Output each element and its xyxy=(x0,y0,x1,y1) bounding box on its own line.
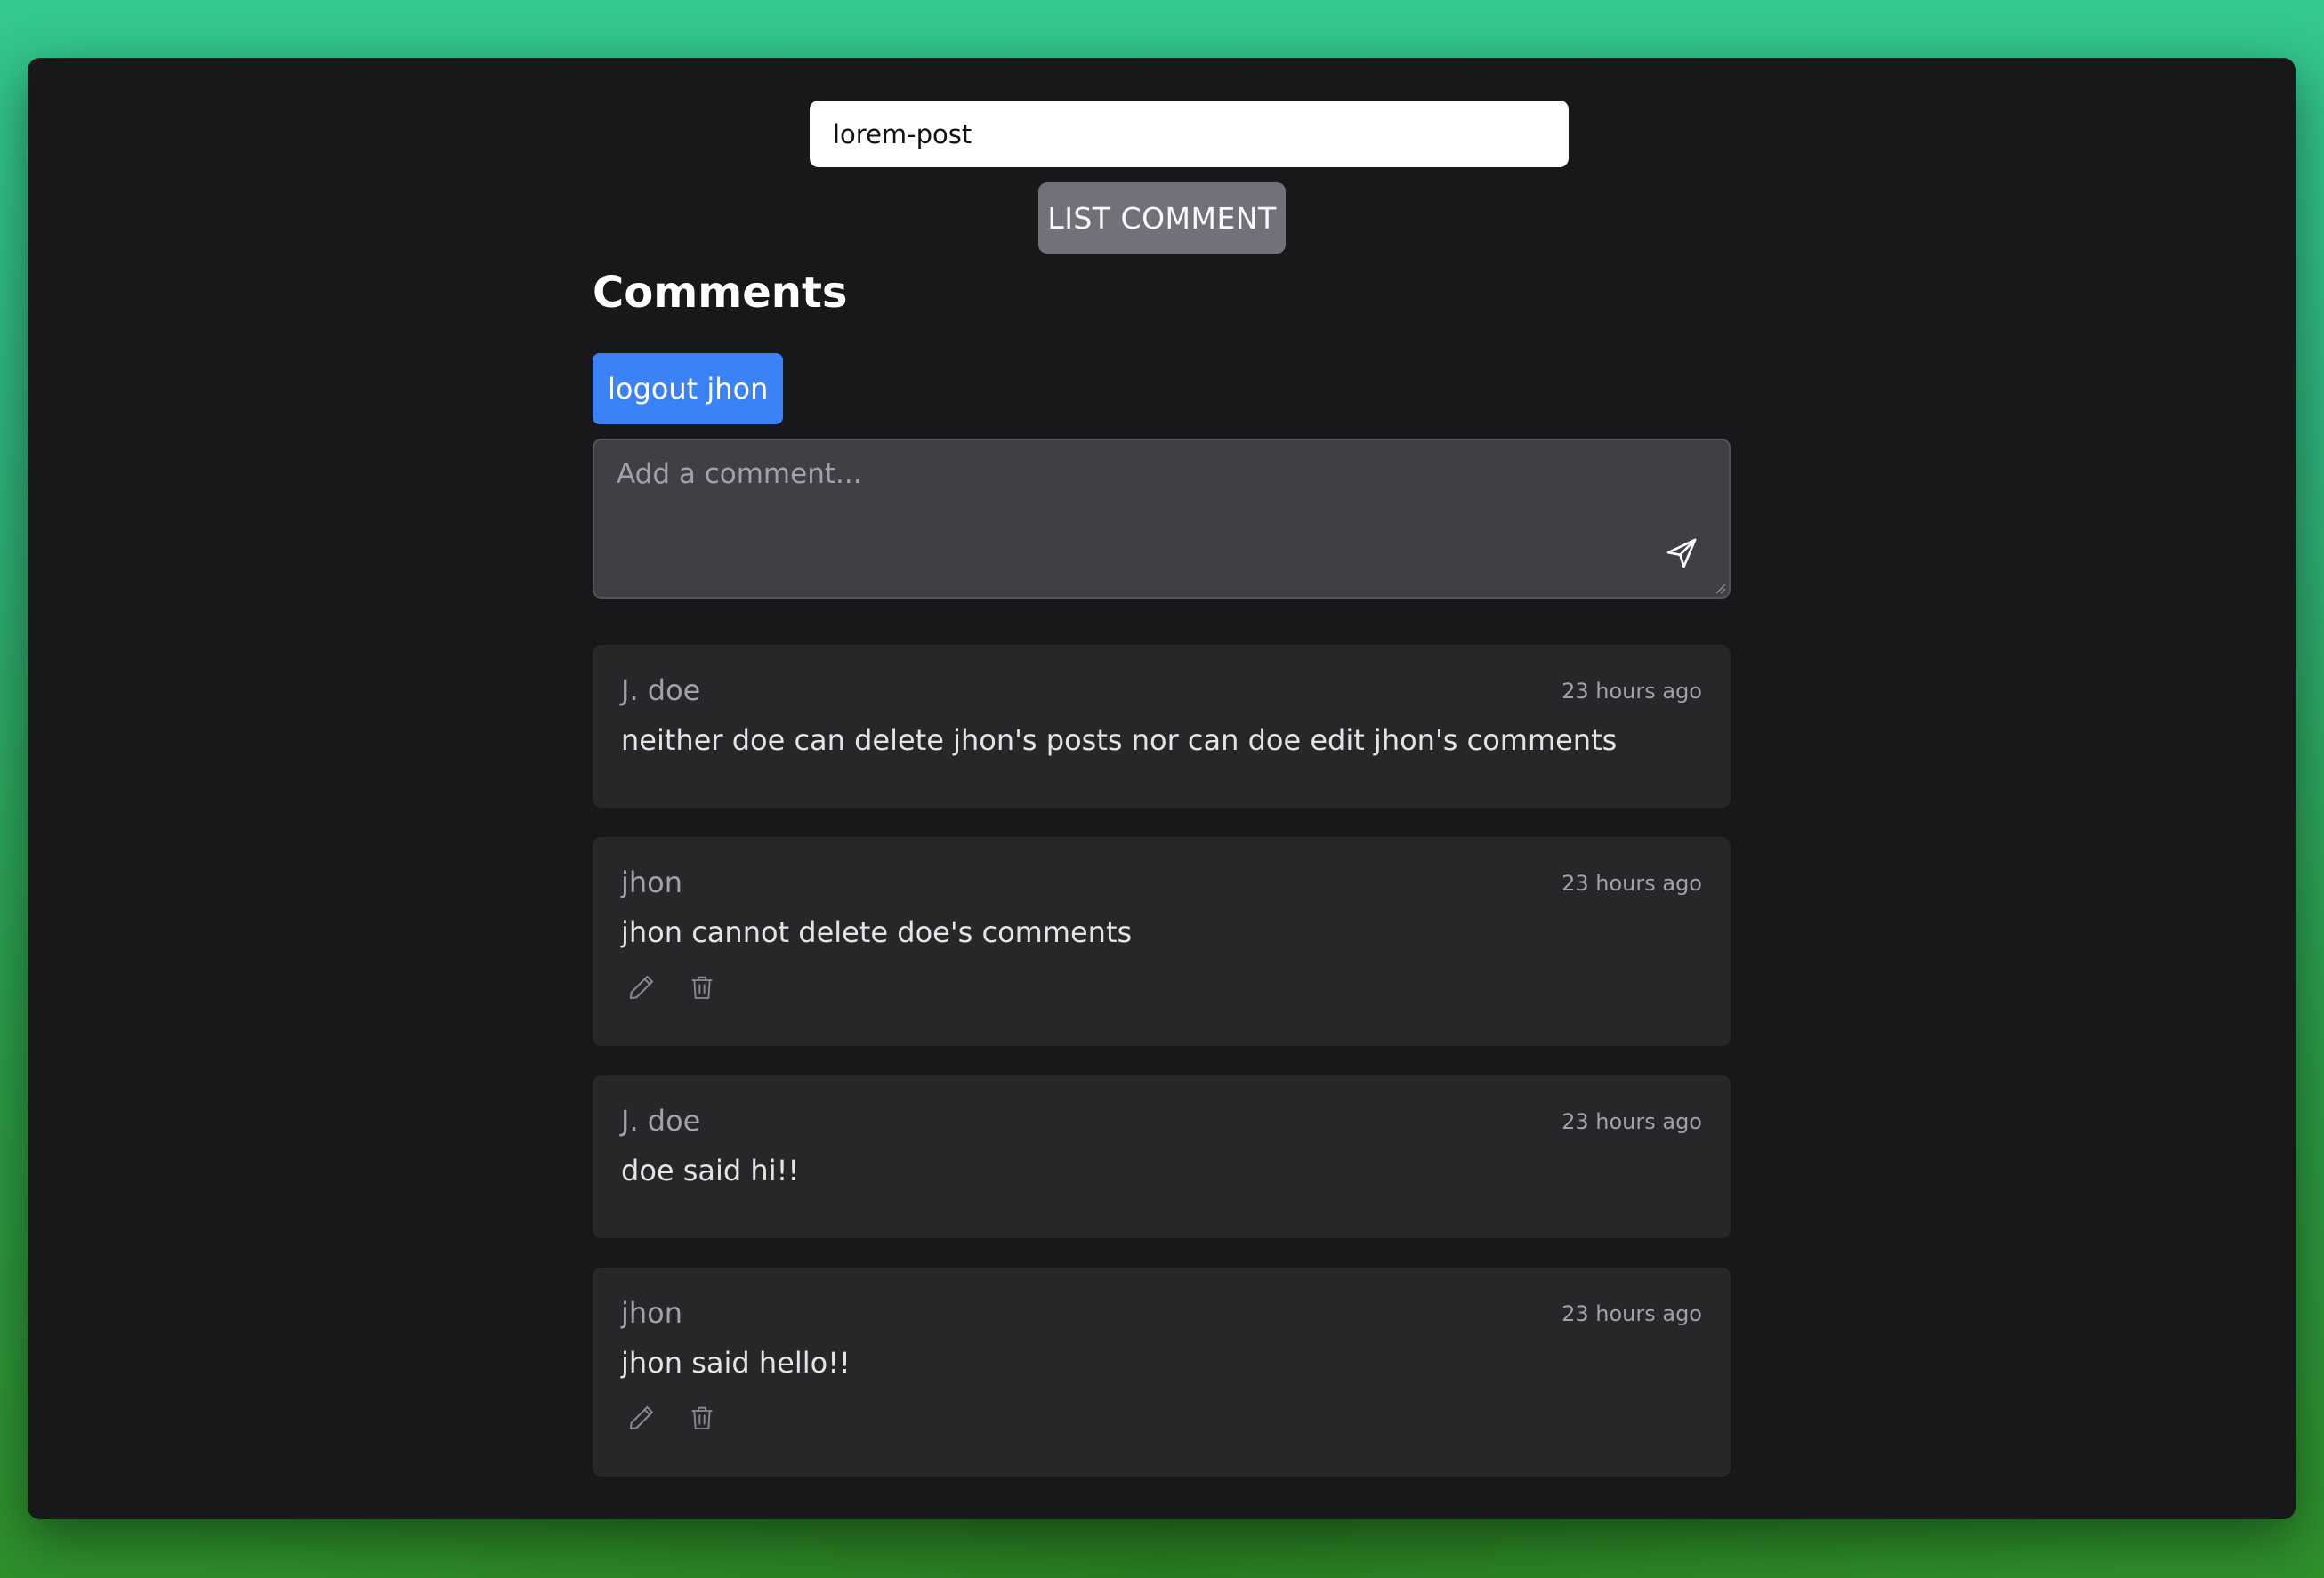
comment-card: J. doe 23 hours ago neither doe can dele… xyxy=(593,645,1731,808)
delete-comment-button[interactable] xyxy=(685,1401,719,1435)
comment-author: J. doe xyxy=(621,673,701,707)
comment-author: jhon xyxy=(621,1296,683,1330)
comment-text: doe said hi!! xyxy=(621,1154,800,1188)
comment-textarea[interactable] xyxy=(594,440,1729,597)
comment-text: jhon cannot delete doe's comments xyxy=(621,915,1133,949)
logout-button[interactable]: logout jhon xyxy=(593,353,784,424)
comment-card: J. doe 23 hours ago doe said hi!! xyxy=(593,1075,1731,1238)
comment-timestamp: 23 hours ago xyxy=(1561,679,1702,704)
delete-comment-button[interactable] xyxy=(685,970,719,1004)
comment-timestamp: 23 hours ago xyxy=(1561,871,1702,896)
comment-card: jhon 23 hours ago jhon cannot delete doe… xyxy=(593,837,1731,1046)
trash-icon xyxy=(691,976,713,999)
send-icon xyxy=(1666,538,1697,568)
comment-timestamp: 23 hours ago xyxy=(1561,1301,1702,1326)
resize-grip-icon[interactable] xyxy=(1712,580,1726,594)
comment-composer xyxy=(593,439,1731,599)
app-window: LIST COMMENT Comments logout jhon J. doe… xyxy=(28,58,2296,1519)
trash-icon xyxy=(691,1406,713,1429)
pencil-icon xyxy=(629,1405,654,1430)
comment-card: jhon 23 hours ago jhon said hello!! xyxy=(593,1268,1731,1477)
comment-text: neither doe can delete jhon's posts nor … xyxy=(621,723,1618,757)
comments-heading: Comments xyxy=(593,268,848,318)
post-slug-input[interactable] xyxy=(810,101,1569,167)
comment-author: jhon xyxy=(621,865,683,899)
comment-text: jhon said hello!! xyxy=(621,1346,851,1380)
pencil-icon xyxy=(629,975,654,1000)
comment-actions xyxy=(625,970,719,1004)
comment-timestamp: 23 hours ago xyxy=(1561,1109,1702,1134)
edit-comment-button[interactable] xyxy=(625,1401,658,1435)
send-comment-button[interactable] xyxy=(1661,533,1702,574)
comment-actions xyxy=(625,1401,719,1435)
comment-author: J. doe xyxy=(621,1104,701,1138)
list-comment-button[interactable]: LIST COMMENT xyxy=(1038,182,1286,254)
edit-comment-button[interactable] xyxy=(625,970,658,1004)
